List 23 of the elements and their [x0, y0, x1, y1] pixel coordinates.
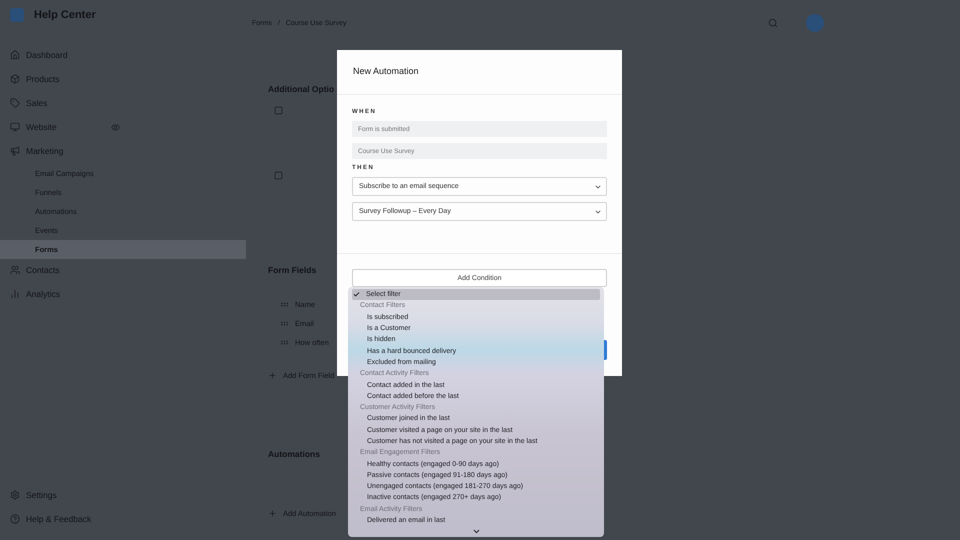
- eye-icon[interactable]: [110, 122, 120, 132]
- drag-handle-icon[interactable]: [280, 300, 289, 309]
- user-avatar[interactable]: [806, 14, 824, 32]
- box-icon: [10, 74, 20, 84]
- plus-icon: [268, 509, 277, 518]
- drag-handle-icon[interactable]: [280, 338, 289, 347]
- check-icon: [353, 291, 360, 298]
- drag-handle-icon[interactable]: [280, 319, 289, 328]
- tag-icon: [10, 98, 20, 108]
- settings-icon: [10, 490, 20, 500]
- search-icon[interactable]: [768, 18, 778, 28]
- plus-icon: [268, 371, 277, 380]
- home-icon: [10, 50, 20, 60]
- modal-title: New Automation: [337, 50, 622, 95]
- checkbox-icon[interactable]: [274, 171, 283, 180]
- monitor-icon: [10, 122, 20, 132]
- app-logo: [10, 8, 24, 22]
- bar-chart-icon: [10, 289, 20, 299]
- users-icon: [10, 265, 20, 275]
- checkbox-icon[interactable]: [274, 106, 283, 115]
- help-icon: [10, 514, 20, 524]
- megaphone-icon: [10, 146, 20, 156]
- scroll-down-icon[interactable]: [472, 527, 480, 536]
